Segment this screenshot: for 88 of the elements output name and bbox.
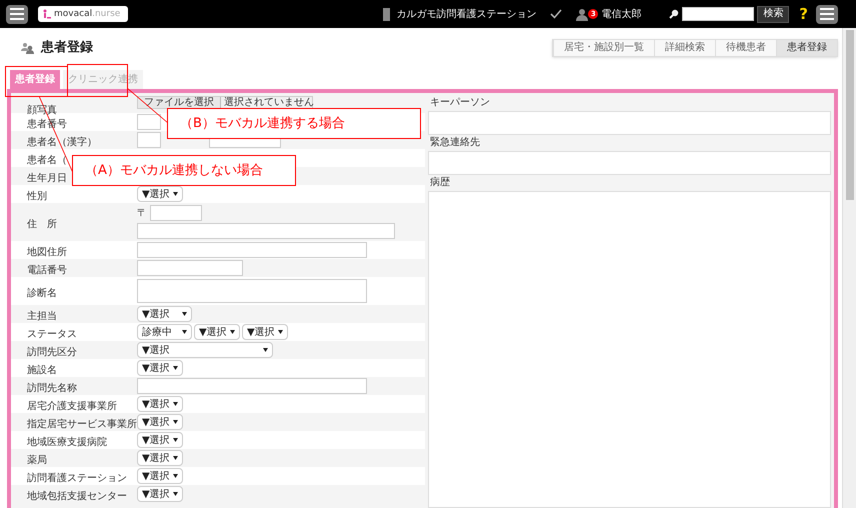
brand-logo[interactable]: movacal.nurse (38, 6, 128, 22)
select-dropdown[interactable]: ▼選択 (194, 324, 240, 340)
caret-icon (173, 420, 178, 424)
textarea-field[interactable] (428, 191, 831, 508)
text-field[interactable] (137, 132, 161, 148)
text-field[interactable] (137, 378, 367, 394)
annotation-frame (67, 64, 128, 97)
field-label: キーパーソン (429, 96, 491, 110)
textarea-field[interactable] (428, 111, 831, 135)
field-label: 生年月日 (27, 173, 67, 184)
select-dropdown[interactable]: ▼選択 (137, 468, 183, 484)
caret-icon (173, 438, 178, 442)
textarea-field[interactable] (428, 151, 831, 175)
field-label: 居宅介護支援事業所 (27, 401, 117, 412)
brand-name: movacal.nurse (54, 10, 120, 18)
select-dropdown[interactable]: ▼選択 (137, 486, 183, 502)
users-icon (21, 42, 35, 54)
caret-icon (173, 402, 178, 406)
select-dropdown[interactable]: ▼選択 (137, 450, 183, 466)
field-label: 訪問先名称 (27, 383, 77, 394)
caret-icon (173, 474, 178, 478)
field-label: 訪問先区分 (27, 347, 77, 358)
postal-code-field[interactable] (150, 205, 202, 221)
field-label: 診断名 (27, 288, 57, 299)
caret-icon (263, 348, 268, 352)
page-title: 患者登録 (41, 39, 93, 58)
field-label: 地域医療支援病院 (27, 437, 107, 448)
person-icon[interactable] (576, 8, 588, 20)
field-label: 病歴 (429, 176, 451, 190)
menu-icon[interactable] (6, 4, 28, 24)
postal-mark: 〒 (137, 206, 147, 220)
menu-icon[interactable] (816, 4, 838, 24)
callout-tooltip: （B）モバカル連携する場合 (167, 108, 421, 139)
caret-icon (182, 330, 187, 334)
nav-button[interactable]: 居宅・施設別一覧 (553, 40, 654, 56)
text-field[interactable] (137, 114, 161, 130)
scrollbar[interactable] (842, 28, 856, 508)
field-label: 訪問看護ステーション (27, 473, 127, 484)
select-dropdown[interactable]: ▼選択 (137, 342, 273, 358)
choose-file-button[interactable]: ファイルを選択 (138, 97, 221, 108)
file-picker[interactable]: ファイルを選択 選択されていません (137, 96, 313, 109)
field-label: 主担当 (27, 311, 57, 322)
diagnosis-textarea[interactable] (137, 279, 367, 303)
field-label: 地域包括支援センター (27, 491, 127, 502)
field-label: 性別 (27, 191, 47, 202)
help-button[interactable]: ? (799, 6, 808, 22)
user-name[interactable]: 電信太郎 (601, 6, 642, 22)
caret-icon (173, 492, 178, 496)
caret-icon (278, 330, 283, 334)
field-label: 緊急連絡先 (429, 136, 481, 150)
callout-tooltip: （A）モバカル連携しない場合 (72, 155, 296, 186)
caret-icon (173, 192, 178, 196)
nav-button[interactable]: 待機患者 (715, 40, 776, 56)
select-dropdown[interactable]: ▼選択 (137, 306, 192, 322)
select-dropdown[interactable]: 診療中 (137, 324, 192, 340)
text-field[interactable] (137, 260, 243, 276)
field-label: 施設名 (27, 365, 57, 376)
address-field[interactable] (137, 223, 395, 239)
search-icon (669, 9, 680, 19)
field-label: 住 所 (27, 219, 57, 230)
field-label: 指定居宅サービス事業所 (27, 419, 137, 430)
nav-button[interactable]: 患者登録 (776, 40, 837, 56)
field-label: 地図住所 (27, 247, 67, 258)
caret-icon (173, 366, 178, 370)
station-name[interactable]: カルガモ訪問看護ステーション (396, 6, 536, 22)
select-dropdown[interactable]: ▼選択 (137, 396, 183, 412)
select-dropdown[interactable]: ▼選択 (137, 432, 183, 448)
nav-button[interactable]: 詳細検索 (654, 40, 715, 56)
file-status-text: 選択されていません (223, 98, 315, 108)
text-field[interactable] (137, 242, 367, 258)
check-icon (550, 9, 562, 19)
select-dropdown[interactable]: ▼選択 (242, 324, 288, 340)
caret-icon (173, 456, 178, 460)
field-label: 患者名（漢字） (27, 137, 97, 148)
search-field[interactable] (682, 7, 754, 21)
caret-icon (230, 330, 235, 334)
caret-icon (182, 312, 187, 316)
field-label: ステータス (27, 329, 77, 340)
select-dropdown[interactable]: ▼選択 (137, 360, 183, 376)
field-label: 電話番号 (27, 265, 67, 276)
field-label: 薬局 (27, 455, 47, 466)
search-button[interactable]: 検索 (757, 6, 790, 22)
annotation-frame (5, 66, 68, 97)
field-label: 患者名（ (27, 155, 67, 166)
logo-mark-icon (42, 9, 52, 19)
select-dropdown[interactable]: ▼選択 (137, 414, 183, 430)
building-icon (383, 8, 390, 20)
select-dropdown[interactable]: ▼選択 (137, 186, 183, 202)
